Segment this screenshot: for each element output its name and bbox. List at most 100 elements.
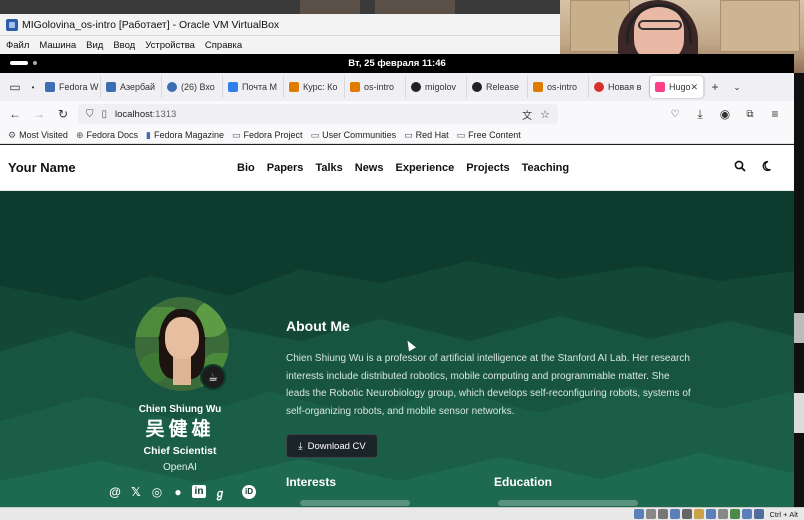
github-icon[interactable]: ●: [171, 485, 185, 501]
browser-tab[interactable]: Азербай: [101, 76, 162, 98]
folder-icon: ▭: [404, 129, 413, 140]
page-info-icon[interactable]: ▯: [102, 109, 108, 120]
folder-icon: ▭: [310, 129, 320, 140]
browser-tab[interactable]: Курс: Ко: [284, 76, 345, 98]
account-icon[interactable]: ◉: [716, 105, 734, 123]
bookmark-free-content[interactable]: ▭ Free Content: [457, 130, 521, 141]
virtualbox-menubar: Файл Машина Вид Ввод Устройства Справка: [0, 36, 560, 54]
new-tab-icon[interactable]: +: [704, 76, 726, 98]
bookmark-most-visited[interactable]: ⚙ Most Visited: [8, 130, 68, 141]
audio-icon[interactable]: [658, 509, 669, 519]
nav-projects[interactable]: Projects: [466, 162, 509, 174]
search-icon[interactable]: [734, 159, 746, 177]
keyboard-icon[interactable]: [754, 509, 765, 519]
menu-input[interactable]: Ввод: [113, 40, 135, 51]
instagram-icon[interactable]: ◎: [150, 485, 164, 501]
bookmark-fedora-docs[interactable]: ⊕ Fedora Docs: [76, 130, 138, 141]
x-icon[interactable]: 𝕏: [129, 485, 143, 501]
nav-bio[interactable]: Bio: [237, 162, 255, 174]
activities-indicator[interactable]: [10, 61, 28, 65]
browser-tab[interactable]: (26) Вхо: [162, 76, 223, 98]
close-tab-icon[interactable]: ✕: [691, 82, 699, 93]
optical-drive-icon[interactable]: [646, 509, 657, 519]
url-host: localhost: [115, 108, 153, 120]
downloads-icon[interactable]: ⤓: [691, 105, 709, 123]
status-emoji-icon: ☕: [200, 364, 226, 390]
education-item-cut-off: [498, 500, 638, 506]
nav-news[interactable]: News: [355, 162, 384, 174]
site-brand[interactable]: Your Name: [8, 160, 76, 175]
nav-papers[interactable]: Papers: [267, 162, 304, 174]
browser-tab[interactable]: Почта M: [223, 76, 284, 98]
menu-icon[interactable]: ≡: [766, 105, 784, 123]
browser-tab[interactable]: Release: [467, 76, 528, 98]
browser-tab[interactable]: os-intro: [528, 76, 589, 98]
shared-folders-icon[interactable]: [694, 509, 705, 519]
browser-tab[interactable]: Fedora W: [40, 76, 101, 98]
meeting-thumbnail: [375, 0, 455, 14]
recording-icon[interactable]: [718, 509, 729, 519]
folder-icon: ▭: [456, 129, 466, 140]
tab-favicon-icon: [289, 82, 299, 92]
menu-view[interactable]: Вид: [86, 40, 103, 51]
download-icon: ⤓: [298, 440, 303, 452]
menu-file[interactable]: Файл: [6, 40, 29, 51]
reload-icon[interactable]: ↻: [54, 105, 72, 123]
bookmark-user-communities[interactable]: ▭ User Communities: [311, 130, 397, 141]
social-links: @ 𝕏 ◎ ● in ℊ iD: [108, 485, 256, 501]
forward-icon[interactable]: →: [30, 105, 48, 123]
meeting-thumbnail-strip: [0, 0, 560, 14]
browser-tab[interactable]: os-intro: [345, 76, 406, 98]
translate-icon[interactable]: 文: [522, 107, 532, 122]
browser-tab[interactable]: Новая в: [589, 76, 650, 98]
interests-title: Interests: [286, 475, 337, 489]
browser-tab[interactable]: migolov: [406, 76, 467, 98]
firefox-view-icon[interactable]: ▭: [4, 76, 26, 98]
usb-icon[interactable]: [682, 509, 693, 519]
tab-favicon-icon: [472, 82, 482, 92]
url-port: :1313: [152, 108, 177, 120]
profile-org[interactable]: OpenAI: [100, 462, 260, 473]
network-icon[interactable]: [670, 509, 681, 519]
screen: MIGolovina_os-intro [Работает] - Oracle …: [0, 0, 804, 520]
pocket-icon[interactable]: ♡: [666, 105, 684, 123]
extensions-icon[interactable]: ⧉: [741, 105, 759, 123]
nav-experience[interactable]: Experience: [396, 162, 455, 174]
menu-help[interactable]: Справка: [205, 40, 242, 51]
linkedin-icon[interactable]: in: [192, 485, 206, 498]
bookmark-fedora-project[interactable]: ▭ Fedora Project: [232, 130, 303, 141]
background-window-strip: [794, 73, 804, 510]
at-icon[interactable]: @: [108, 485, 122, 501]
orcid-icon[interactable]: iD: [242, 485, 256, 499]
bookmark-red-hat[interactable]: ▭ Red Hat: [404, 130, 449, 141]
tab-favicon-icon: [533, 82, 543, 92]
list-tabs-icon[interactable]: ⌄: [726, 76, 748, 98]
menu-devices[interactable]: Устройства: [145, 40, 195, 51]
tab-overflow-icon: •: [31, 82, 35, 92]
display-icon[interactable]: [706, 509, 717, 519]
clock[interactable]: Вт, 25 февраля 11:46: [348, 58, 446, 69]
hero-section: [0, 191, 794, 507]
shield-icon[interactable]: ⛉: [86, 109, 94, 120]
scholar-icon[interactable]: ℊ: [213, 485, 227, 501]
folder-icon: ▭: [232, 129, 241, 140]
education-title: Education: [494, 475, 553, 489]
site-header: Your Name Bio Papers Talks News Experien…: [0, 145, 794, 191]
tab-favicon-icon: [167, 82, 177, 92]
browser-tab-strip: ▭ • Fedora W Азербай (26) Вхо Почта M Ку…: [0, 73, 794, 101]
download-cv-button[interactable]: ⤓ Download CV: [286, 434, 378, 458]
nav-talks[interactable]: Talks: [315, 162, 342, 174]
hdd-icon[interactable]: [634, 509, 645, 519]
dark-mode-icon[interactable]: [762, 159, 774, 177]
nav-teaching[interactable]: Teaching: [522, 162, 569, 174]
bookmark-star-icon[interactable]: ☆: [540, 108, 550, 121]
url-bar[interactable]: ⛉ ▯ localhost:1313 文 ☆: [78, 104, 558, 124]
bookmark-fedora-magazine[interactable]: ▮ Fedora Magazine: [146, 130, 224, 141]
mouse-integration-icon[interactable]: [742, 509, 753, 519]
menu-machine[interactable]: Машина: [39, 40, 76, 51]
back-icon[interactable]: ←: [6, 105, 24, 123]
browser-tab-active[interactable]: Hugo ✕: [650, 76, 704, 98]
cpu-icon[interactable]: [730, 509, 741, 519]
bookmarks-toolbar: ⚙ Most Visited ⊕ Fedora Docs ▮ Fedora Magaz…: [0, 127, 794, 144]
host-key-label: Ctrl + Alt: [769, 509, 798, 519]
